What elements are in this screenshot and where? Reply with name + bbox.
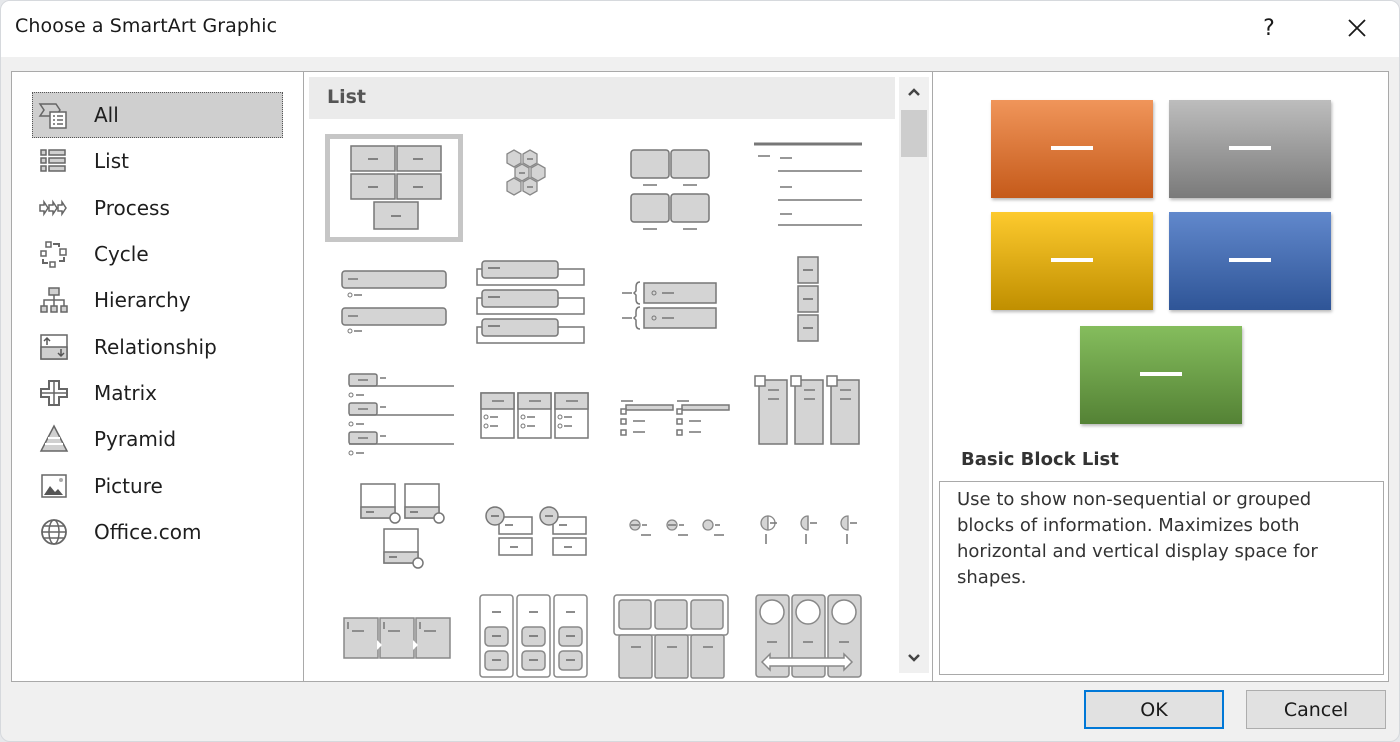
- process-icon: [38, 193, 70, 223]
- trapezoid-list-icon: [348, 373, 454, 456]
- category-hierarchy[interactable]: Hierarchy: [32, 277, 283, 323]
- close-icon: [1348, 19, 1366, 37]
- preview-block-yellow: [991, 212, 1153, 310]
- vertical-bullet-list-icon: [341, 270, 447, 334]
- preview-panel: Basic Block List Use to show non-sequent…: [934, 72, 1388, 681]
- layout-lined-list[interactable]: [739, 134, 877, 242]
- layout-description-text: Use to show non-sequential or grouped bl…: [957, 489, 1318, 588]
- layout-picture-caption-list[interactable]: [601, 134, 739, 242]
- cycle-icon: [38, 239, 70, 269]
- layout-horizontal-bullet-list[interactable]: [463, 584, 601, 692]
- table-list-icon: [620, 400, 730, 436]
- circle-dot-list-icon: [629, 519, 724, 536]
- category-label: List: [94, 149, 129, 173]
- basic-block-list-icon: [350, 145, 442, 230]
- category-all[interactable]: All: [32, 92, 283, 138]
- layout-pie-timeline-list[interactable]: [739, 472, 877, 580]
- category-office-com[interactable]: Office.com: [32, 509, 283, 555]
- category-list-item[interactable]: List: [32, 138, 283, 184]
- title-bar: Choose a SmartArt Graphic ?: [1, 1, 1399, 57]
- picture-accent-list-icon: [360, 483, 445, 569]
- preview-block-blue: [1169, 212, 1331, 310]
- lined-list-icon: [754, 142, 862, 226]
- horizontal-bullet-list-icon: [479, 594, 588, 678]
- layout-description: Use to show non-sequential or grouped bl…: [939, 481, 1384, 675]
- layout-trapezoid-list[interactable]: [325, 360, 463, 468]
- category-relationship[interactable]: Relationship: [32, 324, 283, 370]
- category-label: Hierarchy: [94, 288, 191, 312]
- circle-accent-list-icon: [485, 506, 587, 556]
- layout-vertical-bracket-list[interactable]: [601, 247, 739, 355]
- vertical-box-list-icon: [476, 260, 585, 344]
- category-label: Relationship: [94, 335, 217, 359]
- chevron-up-icon: [908, 88, 920, 96]
- picture-icon: [38, 471, 70, 501]
- gallery-section-title: List: [327, 86, 367, 108]
- layout-gallery: List: [305, 72, 933, 681]
- dialog-title: Choose a SmartArt Graphic: [15, 15, 278, 37]
- layout-table-list[interactable]: [601, 360, 739, 468]
- cancel-button[interactable]: Cancel: [1246, 690, 1386, 729]
- pie-timeline-list-icon: [760, 515, 857, 544]
- category-list: All List Process Cycle Hierarchy Relatio…: [12, 72, 304, 681]
- close-button[interactable]: [1337, 11, 1377, 45]
- category-label: Picture: [94, 474, 163, 498]
- preview-block-orange: [991, 100, 1153, 198]
- circle-arrow-list-icon: [755, 594, 862, 678]
- list-icon: [38, 146, 70, 176]
- category-label: Process: [94, 196, 170, 220]
- category-label: Pyramid: [94, 427, 177, 451]
- layout-hexagon-cluster[interactable]: [463, 134, 601, 242]
- relationship-icon: [38, 332, 70, 362]
- category-matrix[interactable]: Matrix: [32, 370, 283, 416]
- category-pyramid[interactable]: Pyramid: [32, 416, 283, 462]
- category-process[interactable]: Process: [32, 185, 283, 231]
- layout-vertical-box-list[interactable]: [463, 247, 601, 355]
- all-icon: [38, 100, 70, 130]
- stacked-list-icon: [797, 256, 819, 342]
- hexagon-cluster-icon: [506, 149, 546, 196]
- category-cycle[interactable]: Cycle: [32, 231, 283, 277]
- smartart-dialog: Choose a SmartArt Graphic ? All List Pro…: [0, 0, 1400, 742]
- scroll-up-button[interactable]: [899, 77, 929, 107]
- layout-picture-accent-list[interactable]: [325, 472, 463, 580]
- help-icon: ?: [1263, 15, 1275, 41]
- hierarchy-icon: [38, 285, 70, 315]
- pyramid-icon: [38, 424, 70, 454]
- scroll-down-button[interactable]: [899, 643, 929, 673]
- chevron-down-icon: [908, 654, 920, 662]
- vertical-bracket-list-icon: [622, 281, 717, 330]
- layout-basic-block-list[interactable]: [325, 134, 463, 242]
- layout-circle-accent-list[interactable]: [463, 472, 601, 580]
- layout-vertical-bullet-list[interactable]: [325, 247, 463, 355]
- process-arrow-list-icon: [343, 617, 451, 659]
- layout-tab-list[interactable]: [739, 360, 877, 468]
- category-label: Matrix: [94, 381, 157, 405]
- layout-circle-dot-list[interactable]: [601, 472, 739, 580]
- layout-stacked-list[interactable]: [739, 247, 877, 355]
- tab-list-icon: [754, 375, 860, 445]
- layout-name: Basic Block List: [961, 449, 1119, 470]
- preview-block-gray: [1169, 100, 1331, 198]
- layout-table-hierarchy-list[interactable]: [601, 584, 739, 692]
- gallery-scrollbar[interactable]: [899, 77, 929, 673]
- help-button[interactable]: ?: [1249, 11, 1289, 45]
- dialog-body: All List Process Cycle Hierarchy Relatio…: [11, 71, 1389, 682]
- ok-button[interactable]: OK: [1084, 690, 1224, 729]
- preview-block-green: [1080, 326, 1242, 424]
- category-label: Cycle: [94, 242, 149, 266]
- globe-icon: [38, 517, 70, 547]
- category-label: Office.com: [94, 520, 202, 544]
- grouped-list-icon: [480, 392, 589, 439]
- scrollbar-thumb[interactable]: [901, 110, 927, 157]
- layout-circle-arrow-list[interactable]: [739, 584, 877, 692]
- layout-grouped-list[interactable]: [463, 360, 601, 468]
- category-label: All: [94, 103, 119, 127]
- layout-process-arrow-list[interactable]: [325, 584, 463, 692]
- category-picture[interactable]: Picture: [32, 463, 283, 509]
- picture-caption-list-icon: [630, 149, 710, 230]
- gallery-section-header: List: [309, 77, 895, 119]
- table-hierarchy-list-icon: [613, 594, 729, 679]
- matrix-icon: [38, 378, 70, 408]
